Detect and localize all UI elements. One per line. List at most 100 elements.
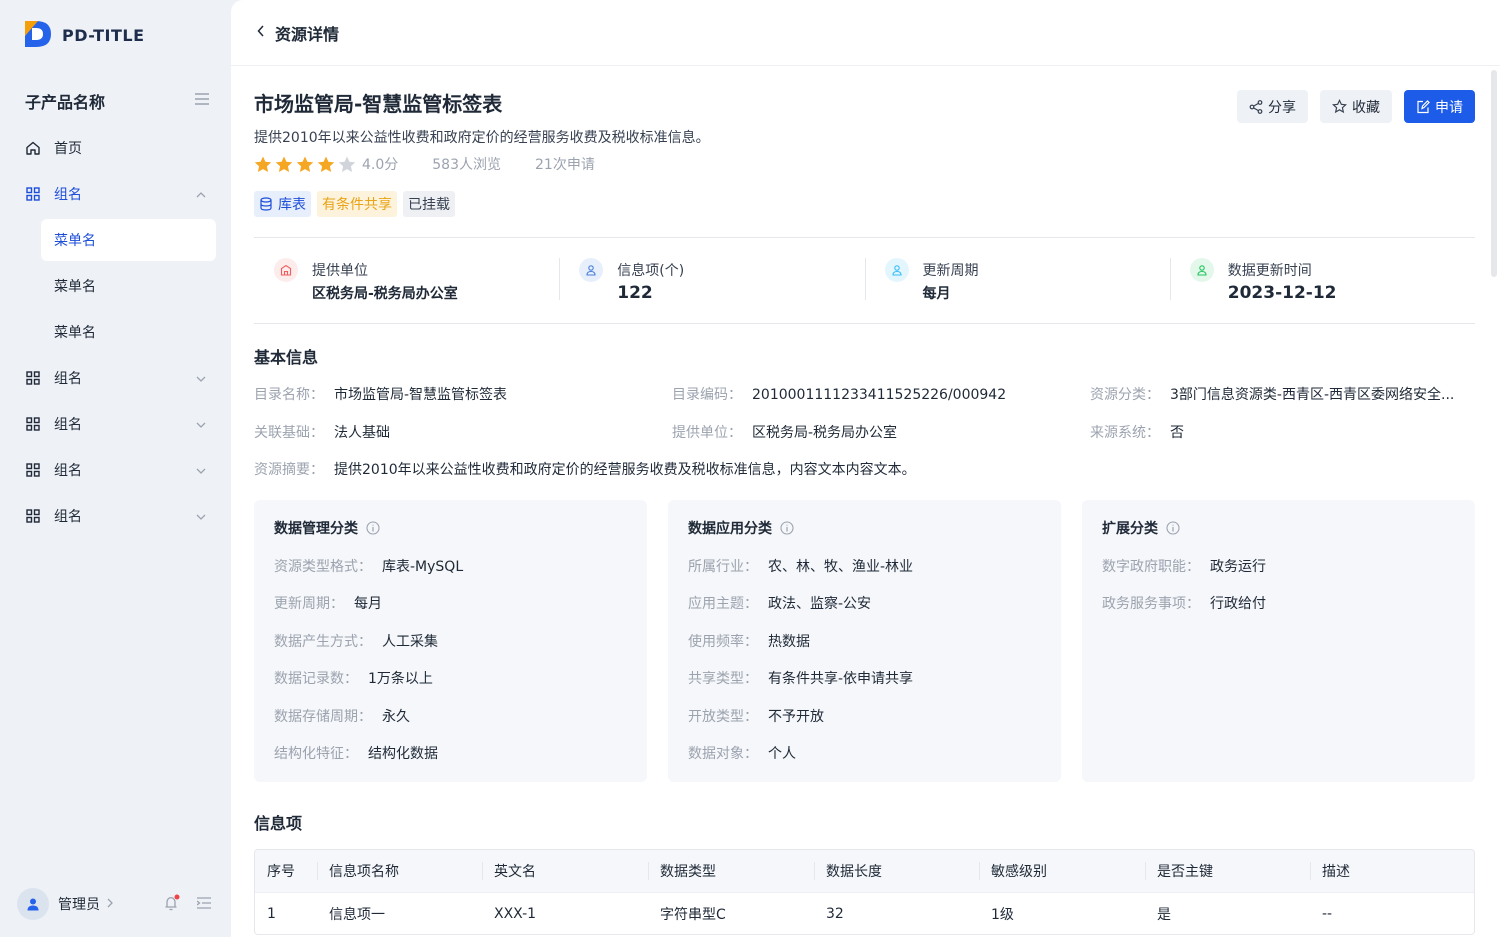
- action-bar: 分享 收藏 申请: [1237, 90, 1475, 123]
- apply-button[interactable]: 申请: [1404, 90, 1475, 123]
- sidebar-subitem-1[interactable]: 菜单名: [41, 219, 216, 261]
- sidebar-group-5[interactable]: 组名: [0, 493, 230, 539]
- card-key: 开放类型：: [688, 708, 758, 725]
- chevron-down-icon: [196, 416, 206, 432]
- app-title: PD-TITLE: [62, 25, 145, 45]
- grid-icon: [25, 416, 41, 432]
- card-title-text: 数据应用分类: [688, 521, 772, 537]
- table-cell: 是: [1157, 906, 1171, 923]
- field-key: 目录名称：: [254, 387, 324, 403]
- column-header[interactable]: 信息项名称: [317, 850, 482, 892]
- grid-icon: [25, 462, 41, 478]
- card-extended-category: 扩展分类 数字政府职能： 政务运行 政务服务事项： 行政给付: [1082, 500, 1475, 782]
- stat-value: 区税务局-税务局办公室: [312, 286, 458, 302]
- star-empty-icon: [338, 156, 356, 172]
- tag-table: 库表: [254, 191, 311, 217]
- card-key: 所属行业：: [688, 558, 758, 575]
- info-icon[interactable]: [366, 521, 380, 535]
- card-value: 1万条以上: [368, 671, 433, 687]
- app-logo[interactable]: PD-TITLE: [22, 18, 145, 52]
- stat-label: 提供单位: [312, 263, 368, 279]
- menu-toggle-icon[interactable]: [195, 93, 209, 109]
- column-header[interactable]: 描述: [1310, 850, 1474, 892]
- resource-description: 提供2010年以来公益性收费和政府定价的经营服务收费及税收标准信息。: [254, 130, 710, 146]
- sidebar-item-home[interactable]: 首页: [0, 125, 230, 171]
- collapse-sidebar-icon[interactable]: [196, 897, 211, 913]
- column-header[interactable]: 数据类型: [648, 850, 814, 892]
- column-header[interactable]: 数据长度: [814, 850, 979, 892]
- logo-icon: [22, 18, 53, 52]
- card-key: 数据产生方式：: [274, 633, 372, 650]
- share-icon: [1249, 99, 1263, 114]
- card-value: 人工采集: [382, 633, 438, 650]
- user-icon: [884, 258, 909, 282]
- card-value: 不予开放: [768, 708, 824, 725]
- table-cell: 1: [267, 905, 276, 922]
- subproduct-header: 子产品名称: [25, 89, 209, 113]
- column-header[interactable]: 英文名: [482, 850, 648, 892]
- avatar[interactable]: [17, 888, 49, 920]
- sidebar-group-4[interactable]: 组名: [0, 447, 230, 493]
- star-icon: [296, 156, 314, 172]
- card-title-text: 扩展分类: [1102, 521, 1158, 537]
- card-key: 结构化特征：: [274, 746, 358, 762]
- chevron-right-icon[interactable]: [107, 896, 113, 912]
- column-header[interactable]: 序号: [255, 850, 317, 892]
- card-value: 热数据: [768, 633, 810, 650]
- card-value: 政务运行: [1210, 558, 1266, 575]
- field-key: 关联基础：: [254, 425, 324, 441]
- info-items-table: 序号 信息项名称 英文名 数据类型 数据长度 敏感级别 是否主键 描述 1 信息…: [254, 849, 1475, 935]
- table-cell: 1级: [991, 906, 1014, 923]
- field-value: 法人基础: [334, 425, 390, 441]
- stat-value: 122: [617, 283, 653, 303]
- chevron-down-icon: [196, 508, 206, 524]
- stat-label: 数据更新时间: [1227, 263, 1312, 279]
- card-key: 数字政府职能：: [1102, 558, 1200, 575]
- column-header[interactable]: 敏感级别: [979, 850, 1145, 892]
- info-icon[interactable]: [1166, 521, 1180, 535]
- card-value: 行政给付: [1210, 596, 1266, 612]
- sidebar-group-2[interactable]: 组名: [0, 355, 230, 401]
- field-provider: 提供单位： 区税务局-税务局办公室: [672, 422, 897, 442]
- table-cell: 32: [826, 905, 844, 922]
- sidebar-subitem-3[interactable]: 菜单名: [0, 309, 230, 355]
- field-related-base: 关联基础： 法人基础: [254, 422, 390, 442]
- column-header[interactable]: 是否主键: [1145, 850, 1310, 892]
- field-key: 资源摘要：: [254, 462, 324, 478]
- favorite-label: 收藏: [1352, 98, 1380, 115]
- share-button[interactable]: 分享: [1237, 90, 1308, 123]
- table-row[interactable]: 1 信息项一 XXX-1 字符串型C 32 1级 是 --: [255, 892, 1474, 934]
- card-value: 农、林、牧、渔业-林业: [768, 558, 914, 575]
- field-key: 来源系统：: [1090, 425, 1160, 441]
- database-icon: [260, 197, 272, 211]
- card-row: 数据记录数： 1万条以上: [274, 668, 627, 688]
- card-value: 政法、监察-公安: [768, 596, 872, 612]
- field-resource-category: 资源分类： 3部门信息资源类-西青区-西青区委网络安全...: [1090, 384, 1475, 404]
- card-row: 使用频率： 热数据: [688, 631, 1041, 651]
- grid-icon: [25, 508, 41, 524]
- stat-value: 2023-12-12: [1227, 283, 1337, 303]
- card-value: 结构化数据: [368, 746, 438, 762]
- favorite-button[interactable]: 收藏: [1320, 90, 1392, 123]
- card-title: 扩展分类: [1102, 518, 1455, 538]
- page-title: 资源详情: [275, 24, 340, 44]
- sidebar-item-label: 组名: [54, 463, 82, 479]
- field-catalog-name: 目录名称： 市场监管局-智慧监管标签表: [254, 384, 507, 404]
- bell-icon[interactable]: [163, 894, 181, 916]
- sidebar-group-1[interactable]: 组名: [0, 171, 230, 217]
- sidebar-subitem-2[interactable]: 菜单名: [0, 263, 230, 309]
- card-key: 数据存储周期：: [274, 708, 372, 725]
- sidebar-group-3[interactable]: 组名: [0, 401, 230, 447]
- sidebar-item-label: 组名: [54, 187, 82, 203]
- card-title-text: 数据管理分类: [274, 521, 358, 537]
- scrollbar[interactable]: [1491, 70, 1497, 277]
- field-source-system: 来源系统： 否: [1090, 422, 1184, 442]
- back-icon[interactable]: [257, 24, 265, 41]
- user-name[interactable]: 管理员: [58, 894, 100, 914]
- info-icon[interactable]: [780, 521, 794, 535]
- field-value: 区税务局-税务局办公室: [752, 425, 898, 441]
- stat-label: 更新周期: [922, 263, 979, 279]
- field-key: 目录编码：: [672, 387, 742, 403]
- stat-info-items: 信息项(个) 122: [559, 248, 864, 310]
- tag-list: 库表 有条件共享 已挂载: [254, 191, 455, 217]
